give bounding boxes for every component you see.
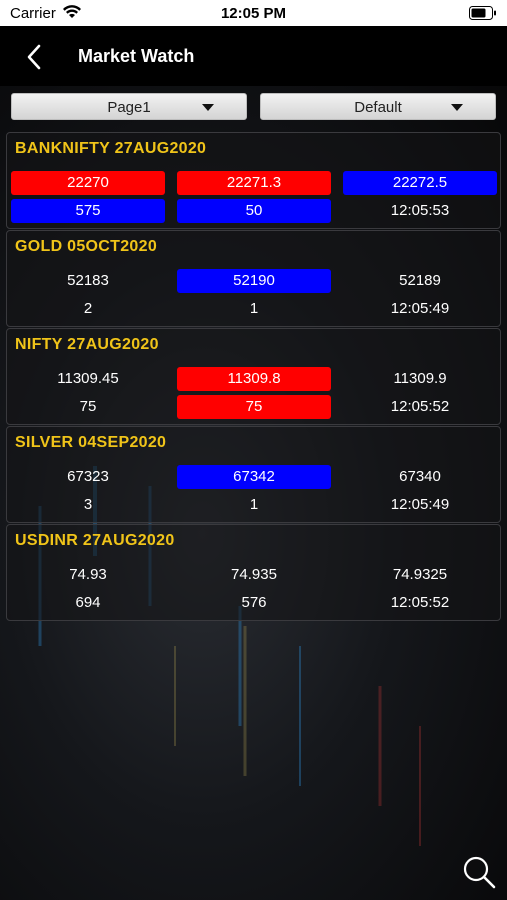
page-dropdown[interactable]: Page1 [11,93,247,120]
chevron-down-icon [451,104,463,111]
bid-price: 74.93 [69,566,107,583]
bid-qty: 3 [83,496,93,513]
watchlist-item-silver[interactable]: SILVER 04SEP2020 67323 67342 67340 3 1 1… [6,426,501,523]
status-time: 12:05 PM [220,5,287,22]
ask-price: 67340 [399,468,441,485]
bid-price: 22270 [11,171,165,195]
bid-qty: 575 [11,199,165,223]
page-title: Market Watch [78,46,195,66]
symbol-name: USDINR 27AUG2020 [15,532,175,549]
search-icon[interactable] [462,855,496,889]
watchlist-item-nifty[interactable]: NIFTY 27AUG2020 11309.45 11309.8 11309.9… [6,328,501,425]
symbol-name: SILVER 04SEP2020 [15,434,167,451]
view-dropdown[interactable]: Default [260,93,496,120]
last-update-time: 12:05:49 [390,496,450,513]
ask-price: 74.9325 [392,566,448,583]
watchlist-item-usdinr[interactable]: USDINR 27AUG2020 74.93 74.935 74.9325 69… [6,524,501,621]
back-chevron-icon[interactable] [22,42,46,72]
battery-icon [469,6,496,20]
bid-qty: 75 [79,398,97,415]
last-price: 11309.8 [177,367,331,391]
last-qty: 1 [249,496,259,513]
bid-price: 11309.45 [57,370,119,387]
last-price: 52190 [177,269,331,293]
status-bar: Carrier 12:05 PM [0,0,507,26]
bid-qty: 694 [75,594,101,611]
watchlist-item-banknifty[interactable]: BANKNIFTY 27AUG2020 22270 22271.3 22272.… [6,132,501,229]
chevron-down-icon [202,104,214,111]
navigation-bar: Market Watch [0,26,507,86]
last-update-time: 12:05:52 [390,594,450,611]
last-qty: 50 [177,199,331,223]
last-update-time: 12:05:52 [390,398,450,415]
last-update-time: 12:05:53 [390,202,450,219]
last-price: 22271.3 [177,171,331,195]
last-qty: 1 [249,300,259,317]
last-price: 67342 [177,465,331,489]
bid-price: 52183 [67,272,109,289]
last-qty: 75 [177,395,331,419]
symbol-name: NIFTY 27AUG2020 [15,336,159,353]
watchlist-item-gold[interactable]: GOLD 05OCT2020 52183 52190 52189 2 1 12:… [6,230,501,327]
last-qty: 576 [241,594,267,611]
bid-price: 67323 [67,468,109,485]
symbol-name: BANKNIFTY 27AUG2020 [15,140,207,157]
last-update-time: 12:05:49 [390,300,450,317]
ask-price: 22272.5 [343,171,497,195]
ask-price: 52189 [399,272,441,289]
last-price: 74.935 [231,566,277,583]
symbol-name: GOLD 05OCT2020 [15,238,158,255]
bid-qty: 2 [83,300,93,317]
ask-price: 11309.9 [393,370,447,387]
